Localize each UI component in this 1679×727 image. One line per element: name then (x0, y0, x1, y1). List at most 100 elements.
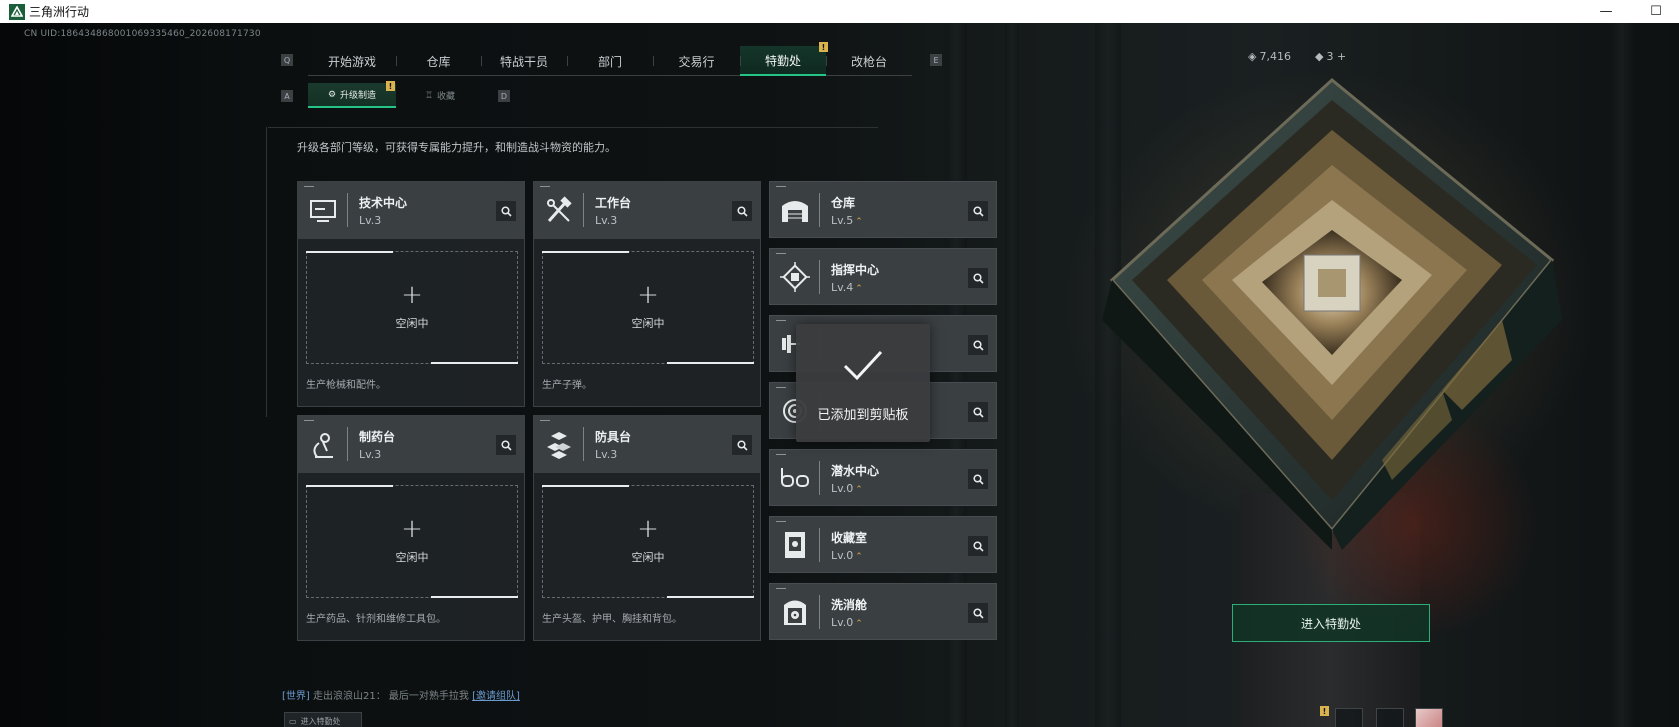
window-title: 三角洲行动 (29, 5, 90, 19)
premium-currency-display[interactable]: ◆ 3 + (1315, 50, 1346, 63)
tab-warehouse[interactable]: 仓库 (396, 46, 481, 76)
player-uid: CN UID:1864348680010693354​60_2026081717… (24, 29, 261, 39)
collection-icon: ♖ (424, 90, 434, 101)
chat-channel[interactable]: [世界] (282, 691, 310, 702)
search-icon[interactable] (968, 335, 988, 355)
slot-status: 空闲中 (395, 551, 429, 564)
slot-status: 空闲中 (631, 317, 665, 330)
building-card-warehouse[interactable]: 仓库 Lv.5 ⌃ (769, 181, 997, 238)
station-description: 生产枪械和配件。 (306, 380, 386, 391)
tab-special-ops[interactable]: 特勤处 (740, 46, 826, 76)
window-titlebar: 三角洲行动 — ☐ (0, 0, 1679, 23)
add-plus-icon: + (637, 514, 659, 544)
subtab-collection-label: 收藏 (437, 92, 456, 102)
world-chat-line: [世界] 走出浪浪山21： 最后一对熟手拉我 [邀请组队] (282, 687, 520, 702)
upgrade-arrow-icon: ⌃ (855, 619, 863, 629)
building-card-diving-center[interactable]: 潜水中心 Lv.0 ⌃ (769, 449, 997, 506)
search-icon[interactable] (968, 268, 988, 288)
station-name: 技术中心 (359, 196, 408, 210)
minimize-button[interactable]: — (1586, 0, 1626, 23)
search-icon[interactable] (968, 201, 988, 221)
add-plus-icon: + (401, 280, 423, 310)
building-level: Lv.0 ⌃ (831, 616, 863, 629)
trophy-cabinet-icon (785, 532, 805, 558)
tab-special-ops-label: 特勤处 (764, 53, 801, 68)
subtab-upgrade-craft-label: 升级制造 (340, 91, 377, 101)
upgrade-arrow-icon: ⌃ (855, 485, 863, 495)
station-level: Lv.3 (595, 214, 618, 227)
clipboard-toast: 已添加到剪贴板 (796, 324, 930, 442)
armor-cubes-icon (547, 432, 571, 459)
tab-start-game[interactable]: 开始游戏 (308, 46, 396, 76)
app-logo-icon (9, 3, 25, 20)
craft-icon: ⚙ (327, 89, 337, 100)
enter-special-ops-button[interactable]: 进入特勤处 (1232, 604, 1430, 642)
sub-navigation: ⚙ 升级制造 ♖ 收藏 (308, 83, 484, 108)
building-card-command-center[interactable]: 指挥中心 Lv.4 ⌃ (769, 248, 997, 305)
warehouse-icon (782, 201, 808, 222)
subtab-upgrade-craft[interactable]: ⚙ 升级制造 (308, 83, 396, 108)
avatar[interactable] (1415, 708, 1443, 727)
search-icon[interactable] (732, 201, 752, 221)
key-hint-icon: ▭ (289, 716, 297, 726)
search-icon[interactable] (968, 402, 988, 422)
gem-icon: ◆ (1315, 50, 1324, 63)
tools-icon (547, 196, 572, 222)
notification-badge: ! (1320, 706, 1329, 716)
station-card-workbench[interactable]: 工作台 Lv.3 + 空闲中 生产子弹。 (533, 181, 761, 407)
building-level: Lv.4 ⌃ (831, 281, 863, 294)
invite-team-link[interactable]: [邀请组队] (472, 691, 520, 702)
station-description: 生产子弹。 (542, 380, 592, 391)
subtab-collection[interactable]: ♖ 收藏 (396, 83, 484, 108)
upgrade-arrow-icon: ⌃ (855, 552, 863, 562)
station-name: 防具台 (595, 430, 632, 444)
building-name: 仓库 (831, 196, 856, 210)
station-level: Lv.3 (595, 448, 618, 461)
add-button-2[interactable] (1376, 708, 1404, 727)
diving-goggles-icon (781, 468, 809, 487)
special-ops-alert-badge: ! (819, 42, 828, 52)
divider-vertical (266, 127, 267, 417)
tab-departments[interactable]: 部门 (567, 46, 653, 76)
microscope-icon (313, 433, 333, 458)
building-card-collection-room[interactable]: 收藏室 Lv.0 ⌃ (769, 516, 997, 573)
building-name: 洗消舱 (831, 598, 868, 612)
station-description: 生产头盔、护甲、胸挂和背包。 (542, 614, 682, 625)
divider-line (268, 127, 878, 128)
search-icon[interactable] (496, 435, 516, 455)
search-icon[interactable] (968, 536, 988, 556)
currency-display: ◈ 7,416 (1248, 50, 1291, 63)
subnav-left-key-hint: A (281, 90, 293, 102)
station-card-header: 制药台 Lv.3 (298, 416, 524, 473)
maximize-button[interactable]: ☐ (1636, 0, 1676, 23)
chat-user[interactable]: 走出浪浪山21： (313, 691, 386, 702)
upgrade-alert-badge: ! (386, 81, 395, 91)
search-icon[interactable] (968, 469, 988, 489)
page-description: 升级各部门等级，可获得专属能力提升，和制造战斗物资的能力。 (297, 141, 616, 154)
upgrade-arrow-icon: ⌃ (855, 284, 863, 294)
production-slot[interactable]: + 空闲中 (306, 251, 518, 364)
tab-gunsmith[interactable]: 改枪台 (826, 46, 912, 76)
station-card-pharmacy[interactable]: 制药台 Lv.3 + 空闲中 生产药品、针剂和维修工具包。 (297, 415, 525, 641)
building-name: 收藏室 (831, 531, 868, 545)
station-name: 工作台 (595, 196, 632, 210)
computer-icon (310, 200, 336, 222)
special-ops-cube-artwork (1102, 78, 1562, 550)
search-icon[interactable] (732, 435, 752, 455)
tab-market[interactable]: 交易行 (653, 46, 740, 76)
station-card-tech-center[interactable]: 技术中心 Lv.3 + 空闲中 生产枪械和配件。 (297, 181, 525, 407)
search-icon[interactable] (968, 603, 988, 623)
upgrade-arrow-icon: ⌃ (855, 217, 863, 227)
building-level: Lv.0 ⌃ (831, 482, 863, 495)
building-card-decontamination[interactable]: 洗消舱 Lv.0 ⌃ (769, 583, 997, 640)
production-slot[interactable]: + 空闲中 (542, 251, 754, 364)
add-button-1[interactable] (1335, 708, 1363, 727)
station-card-armor-bench[interactable]: 防具台 Lv.3 + 空闲中 生产头盔、护甲、胸挂和背包。 (533, 415, 761, 641)
search-icon[interactable] (496, 201, 516, 221)
production-slot[interactable]: + 空闲中 (542, 485, 754, 598)
nav-right-key-hint: E (930, 54, 942, 66)
bottom-enter-button[interactable]: ▭ 进入特勤处 (284, 712, 362, 727)
station-description: 生产药品、针剂和维修工具包。 (306, 614, 446, 625)
production-slot[interactable]: + 空闲中 (306, 485, 518, 598)
tab-operators[interactable]: 特战干员 (481, 46, 567, 76)
